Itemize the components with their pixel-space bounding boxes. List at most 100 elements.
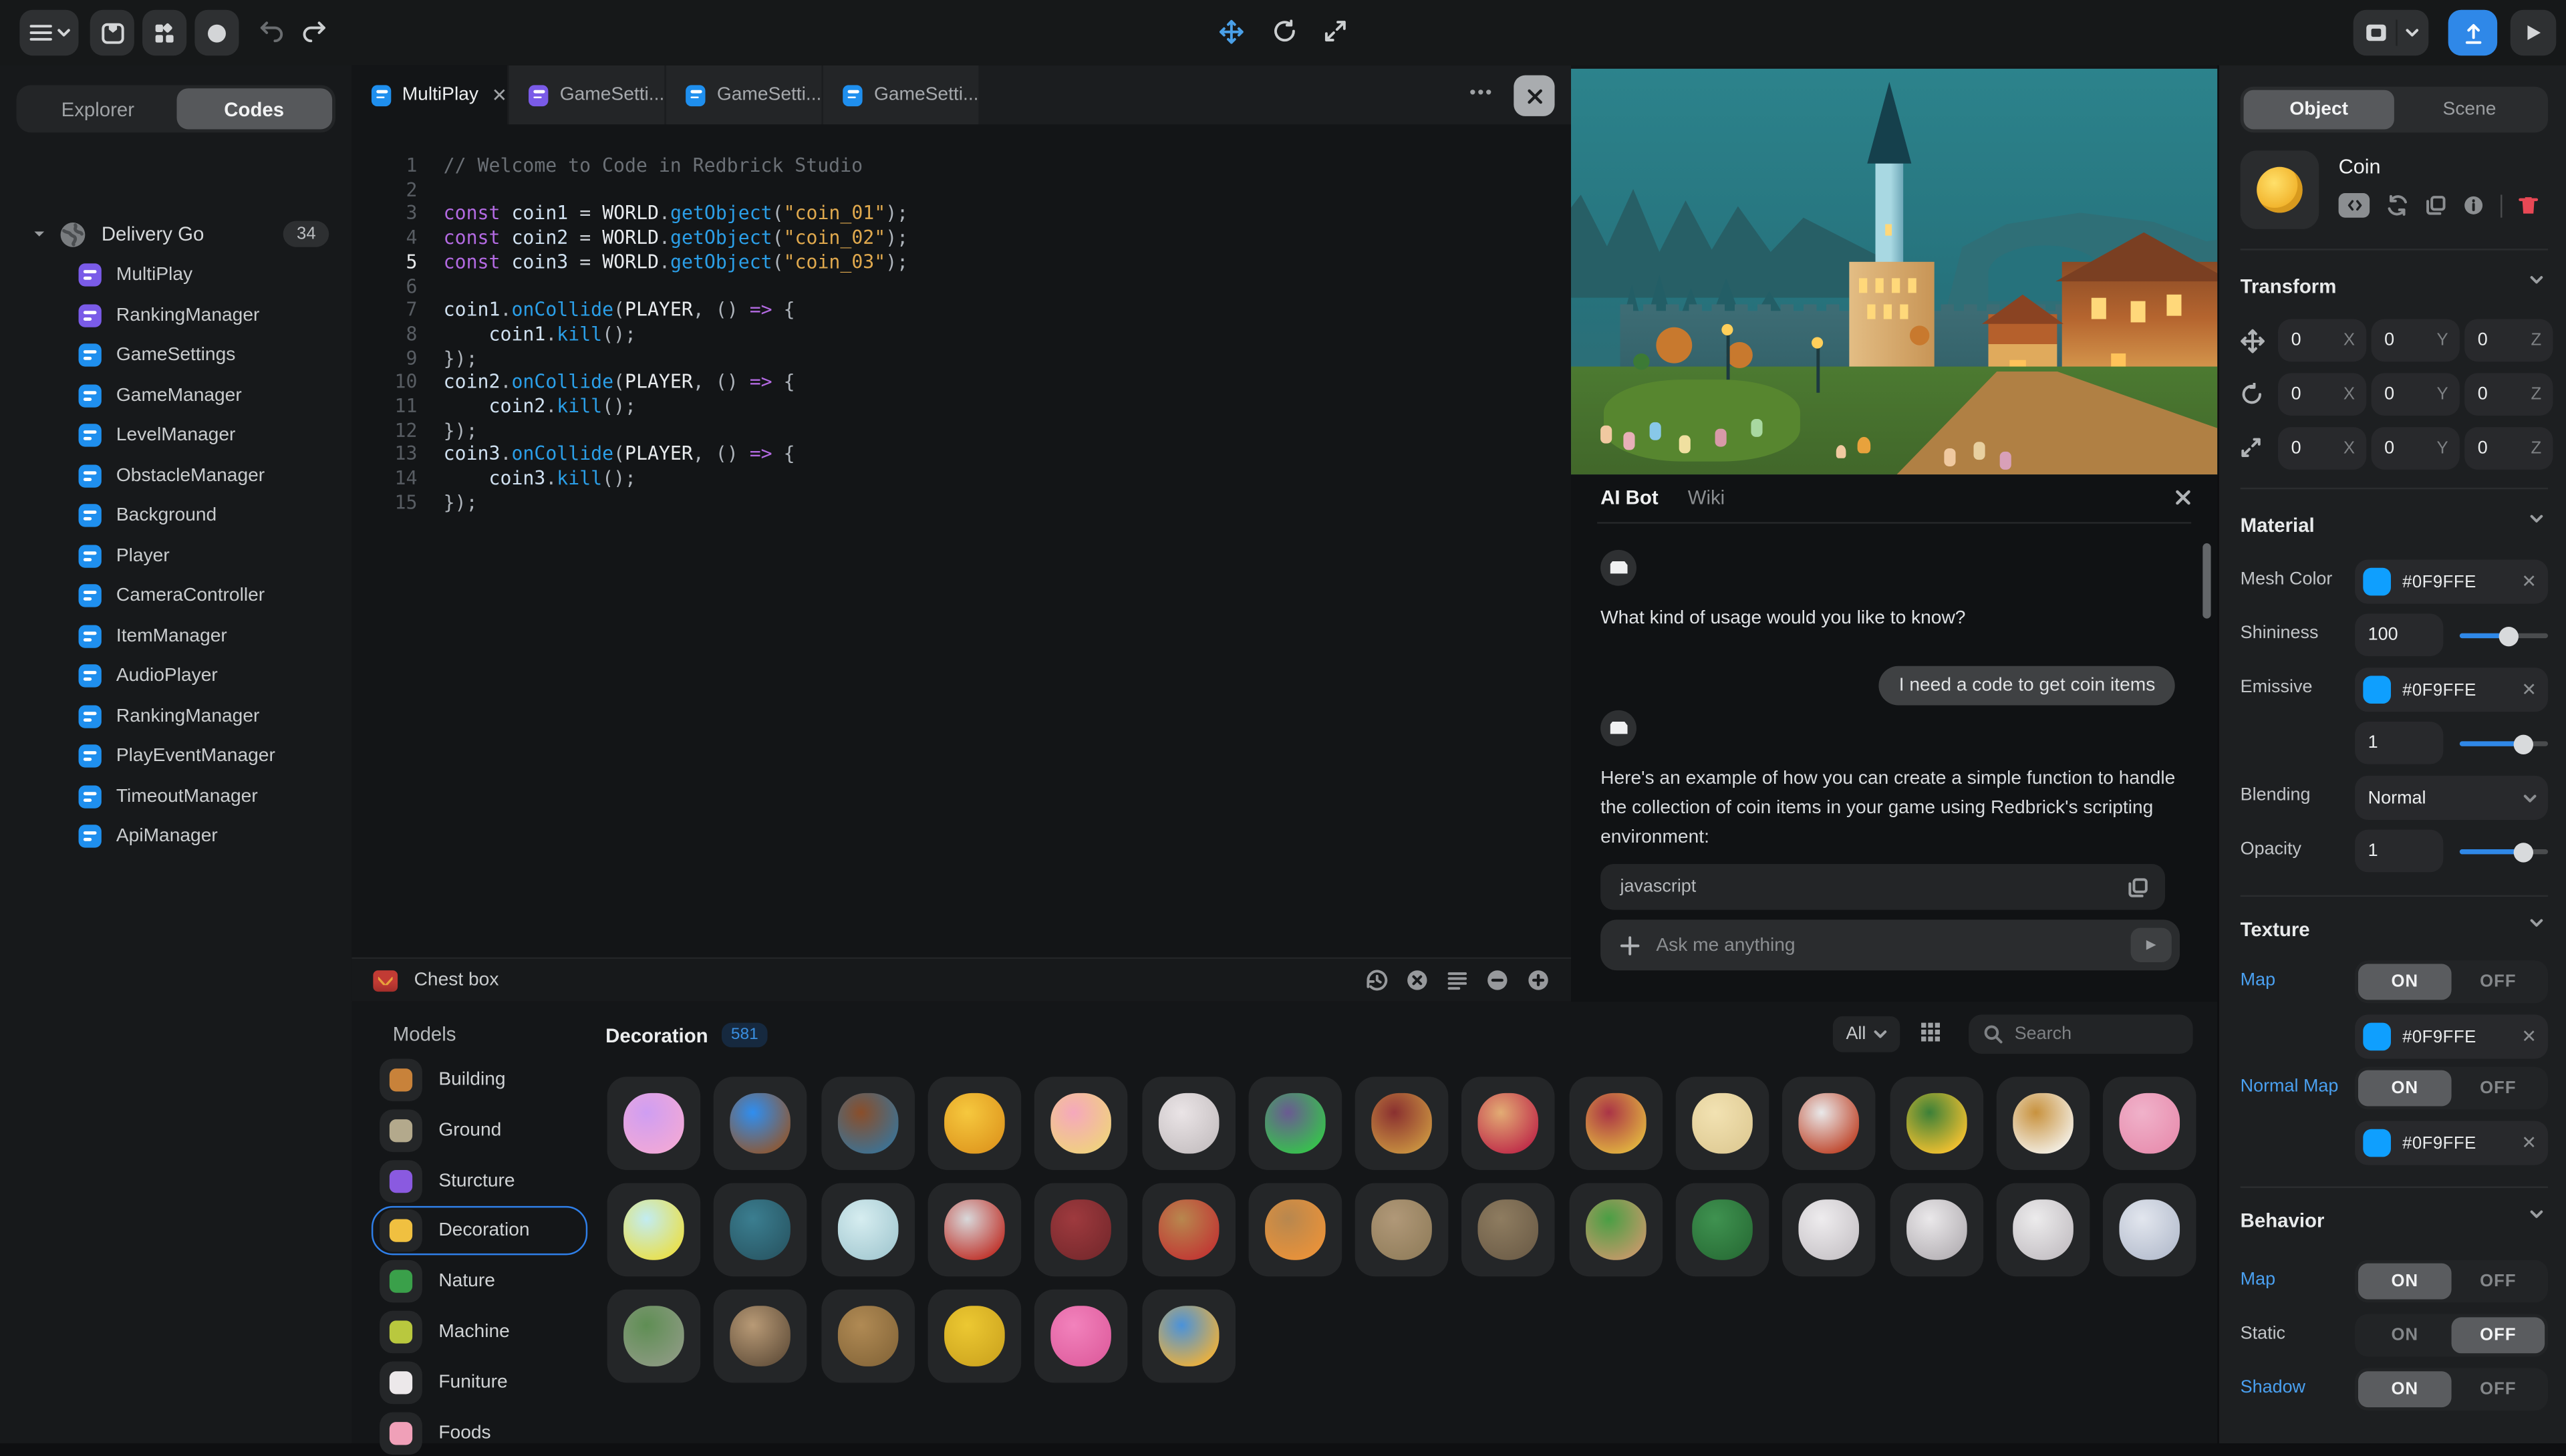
asset-fire-hydrant[interactable] [1034,1183,1128,1277]
sidebar-item-timeoutmanager[interactable]: TimeoutManager [0,776,352,817]
asset-flower-giftbox[interactable] [1141,1290,1235,1383]
tab-wiki[interactable]: Wiki [1688,486,1725,508]
asset-cactus-statue[interactable] [607,1290,701,1383]
category-decoration[interactable]: Decoration [373,1208,585,1254]
category-building[interactable]: Building [373,1057,585,1103]
chevron-down-icon[interactable] [2530,918,2543,928]
code-line-5[interactable]: const coin3 = WORLD.getObject("coin_03")… [444,250,908,273]
duplicate-icon[interactable] [2425,194,2446,216]
asset-anglerfish[interactable] [714,1183,807,1277]
expand-icon[interactable] [1324,19,1346,42]
chat-scrollbar[interactable] [2202,543,2211,619]
chevron-down-icon[interactable] [2530,1209,2543,1219]
asset-road-sign[interactable] [928,1183,1021,1277]
game-viewport[interactable] [1571,69,2217,474]
shininess-input[interactable]: 100 [2355,613,2443,656]
mesh-color-field[interactable]: #0F9FFE ✕ [2355,560,2548,604]
clear-icon[interactable] [1406,969,1429,992]
asset-christmas-tree[interactable] [1890,1076,1983,1170]
editor-close-button[interactable] [1514,76,1554,116]
refresh-icon[interactable] [1273,19,1296,42]
attach-plus-icon[interactable] [1620,935,1639,955]
sidebar-item-audioplayer[interactable]: AudioPlayer [0,656,352,696]
clear-color-icon[interactable]: ✕ [2521,571,2537,593]
tab-codes[interactable]: Codes [176,88,332,129]
info-icon[interactable] [2463,194,2484,216]
color-swatch[interactable] [2363,676,2391,704]
tab-explorer[interactable]: Explorer [19,88,176,129]
grid-view-icon[interactable] [1920,1021,1941,1042]
asset-spray-bottle[interactable] [1783,1076,1876,1170]
asset-wooden-chest[interactable] [821,1076,914,1170]
static-toggle[interactable]: ONOFF [2355,1314,2548,1357]
history-icon[interactable] [1365,969,1387,992]
tab-scene[interactable]: Scene [2394,90,2545,130]
asset-money-stack[interactable] [2103,1076,2196,1170]
asset-wooden-sled[interactable] [821,1290,914,1383]
rotate-x-input[interactable]: 0X [2278,373,2366,416]
clear-color-icon[interactable]: ✕ [2521,1133,2537,1154]
shadow-toggle[interactable]: ONOFF [2355,1368,2548,1411]
sidebar-item-gamemanager[interactable]: GameManager [0,376,352,416]
code-line-13[interactable]: coin3.onCollide(PLAYER, () => { [444,442,795,465]
emissive-intensity-input[interactable]: 1 [2355,722,2443,764]
asset-orange-crate[interactable] [1248,1183,1342,1277]
asset-red-chest[interactable] [1569,1076,1663,1170]
code-line-8[interactable]: coin1.kill(); [444,322,636,345]
sidebar-item-obstaclemanager[interactable]: ObstacleManager [0,456,352,496]
move-icon[interactable] [2241,329,2265,353]
sync-icon[interactable] [2386,194,2409,216]
category-machine[interactable]: Machine [373,1309,585,1355]
asset-pink-donut[interactable] [1034,1076,1128,1170]
chat-close-icon[interactable] [2175,489,2191,505]
filter-dropdown[interactable]: All [1833,1016,1900,1052]
screen-tool-button[interactable] [90,10,134,56]
code-line-12[interactable]: }); [444,418,478,441]
category-ground[interactable]: Ground [373,1107,585,1153]
asset-gold-clock[interactable] [1996,1076,2090,1170]
asset-cream-vase[interactable] [1676,1076,1769,1170]
move-y-input[interactable]: 0Y [2372,319,2460,362]
blocks-tool-button[interactable] [142,10,186,56]
sidebar-item-levelmanager[interactable]: LevelManager [0,416,352,456]
move-x-input[interactable]: 0X [2278,319,2366,362]
asset-skull-candle[interactable] [607,1183,701,1277]
send-button[interactable] [2131,928,2172,962]
asset-red-book[interactable] [1355,1076,1449,1170]
color-swatch[interactable] [2363,568,2391,596]
texture-map-color-field[interactable]: #0F9FFE ✕ [2355,1014,2548,1058]
color-swatch[interactable] [2363,1129,2391,1157]
move-z-input[interactable]: 0Z [2464,319,2553,362]
asset-frying-pan[interactable] [1890,1183,1983,1277]
code-line-4[interactable]: const coin2 = WORLD.getObject("coin_02")… [444,226,908,249]
main-menu-button[interactable] [19,10,78,56]
asset-kraft-box[interactable] [1462,1183,1556,1277]
asset-blue-banner[interactable] [714,1076,807,1170]
edit-code-icon[interactable] [2339,193,2370,218]
sidebar-item-background[interactable]: Background [0,496,352,536]
category-foods[interactable]: Foods [373,1410,585,1456]
asset-potted-cactus[interactable] [1569,1183,1663,1277]
asset-ice-pillar[interactable] [821,1183,914,1277]
category-sturcture[interactable]: Sturcture [373,1158,585,1204]
sidebar-item-itemmanager[interactable]: ItemManager [0,616,352,656]
tab-ai-bot[interactable]: AI Bot [1600,486,1659,508]
asset-pink-jelly[interactable] [1034,1290,1128,1383]
asset-leopard-rug[interactable] [714,1290,807,1383]
opacity-slider[interactable] [2460,830,2548,873]
category-funiture[interactable]: Funiture [373,1360,585,1406]
code-line-15[interactable]: }); [444,490,478,513]
texture-map-toggle[interactable]: ONOFF [2355,961,2548,1004]
code-line-1[interactable]: // Welcome to Code in Redbrick Studio [444,154,863,176]
asset-yellow-mug[interactable] [928,1290,1021,1383]
code-line-10[interactable]: coin2.onCollide(PLAYER, () => { [444,370,795,393]
rotate-z-input[interactable]: 0Z [2464,373,2553,416]
sidebar-item-apimanager[interactable]: ApiManager [0,817,352,857]
normal-map-toggle[interactable]: ONOFF [2355,1067,2548,1110]
scale-icon[interactable] [2241,437,2262,458]
project-row[interactable]: Delivery Go 34 [0,216,352,252]
editor-tab-gamesetti[interactable]: GameSetti... [823,65,979,124]
sidebar-item-rankingmanager[interactable]: RankingManager [0,696,352,736]
rotate-y-input[interactable]: 0Y [2372,373,2460,416]
code-line-3[interactable]: const coin1 = WORLD.getObject("coin_01")… [444,202,908,225]
